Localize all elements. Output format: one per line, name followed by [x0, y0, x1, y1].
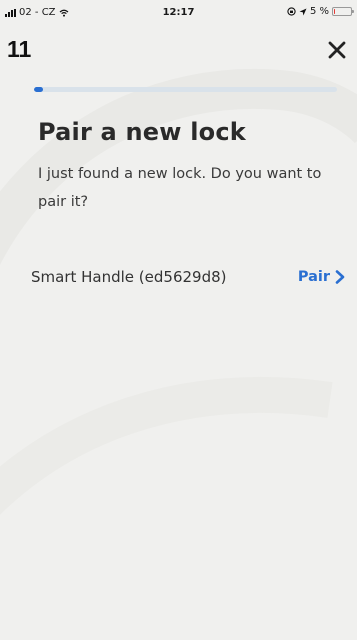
- pair-button-label: Pair: [297, 269, 330, 285]
- page-subtitle: I just found a new lock. Do you want to …: [38, 166, 322, 210]
- progress-fill: [34, 87, 44, 92]
- status-right: 5 %: [287, 6, 354, 17]
- chevron-right-icon: [335, 270, 345, 284]
- pair-button[interactable]: Pair: [298, 269, 345, 285]
- lock-name: Smart Handle (ed5629d8): [31, 268, 227, 286]
- step-number: 11: [7, 36, 32, 62]
- battery-level: [334, 9, 336, 14]
- close-icon[interactable]: [327, 40, 347, 60]
- page-title: Pair a new lock: [38, 118, 246, 146]
- battery-percent: 5 %: [309, 6, 329, 17]
- lock-list-item[interactable]: Smart Handle (ed5629d8) Pair: [31, 264, 349, 292]
- orientation-lock-icon: [287, 7, 296, 16]
- status-bar: 02 - CZ 12:17 5 %: [0, 0, 357, 24]
- background-decoration: [0, 69, 357, 515]
- pairing-screen: 02 - CZ 12:17 5 % 11 Pair a new lock I j…: [0, 0, 357, 640]
- battery-icon: [332, 7, 354, 16]
- progress-bar: [34, 87, 337, 92]
- location-arrow-icon: [299, 8, 307, 15]
